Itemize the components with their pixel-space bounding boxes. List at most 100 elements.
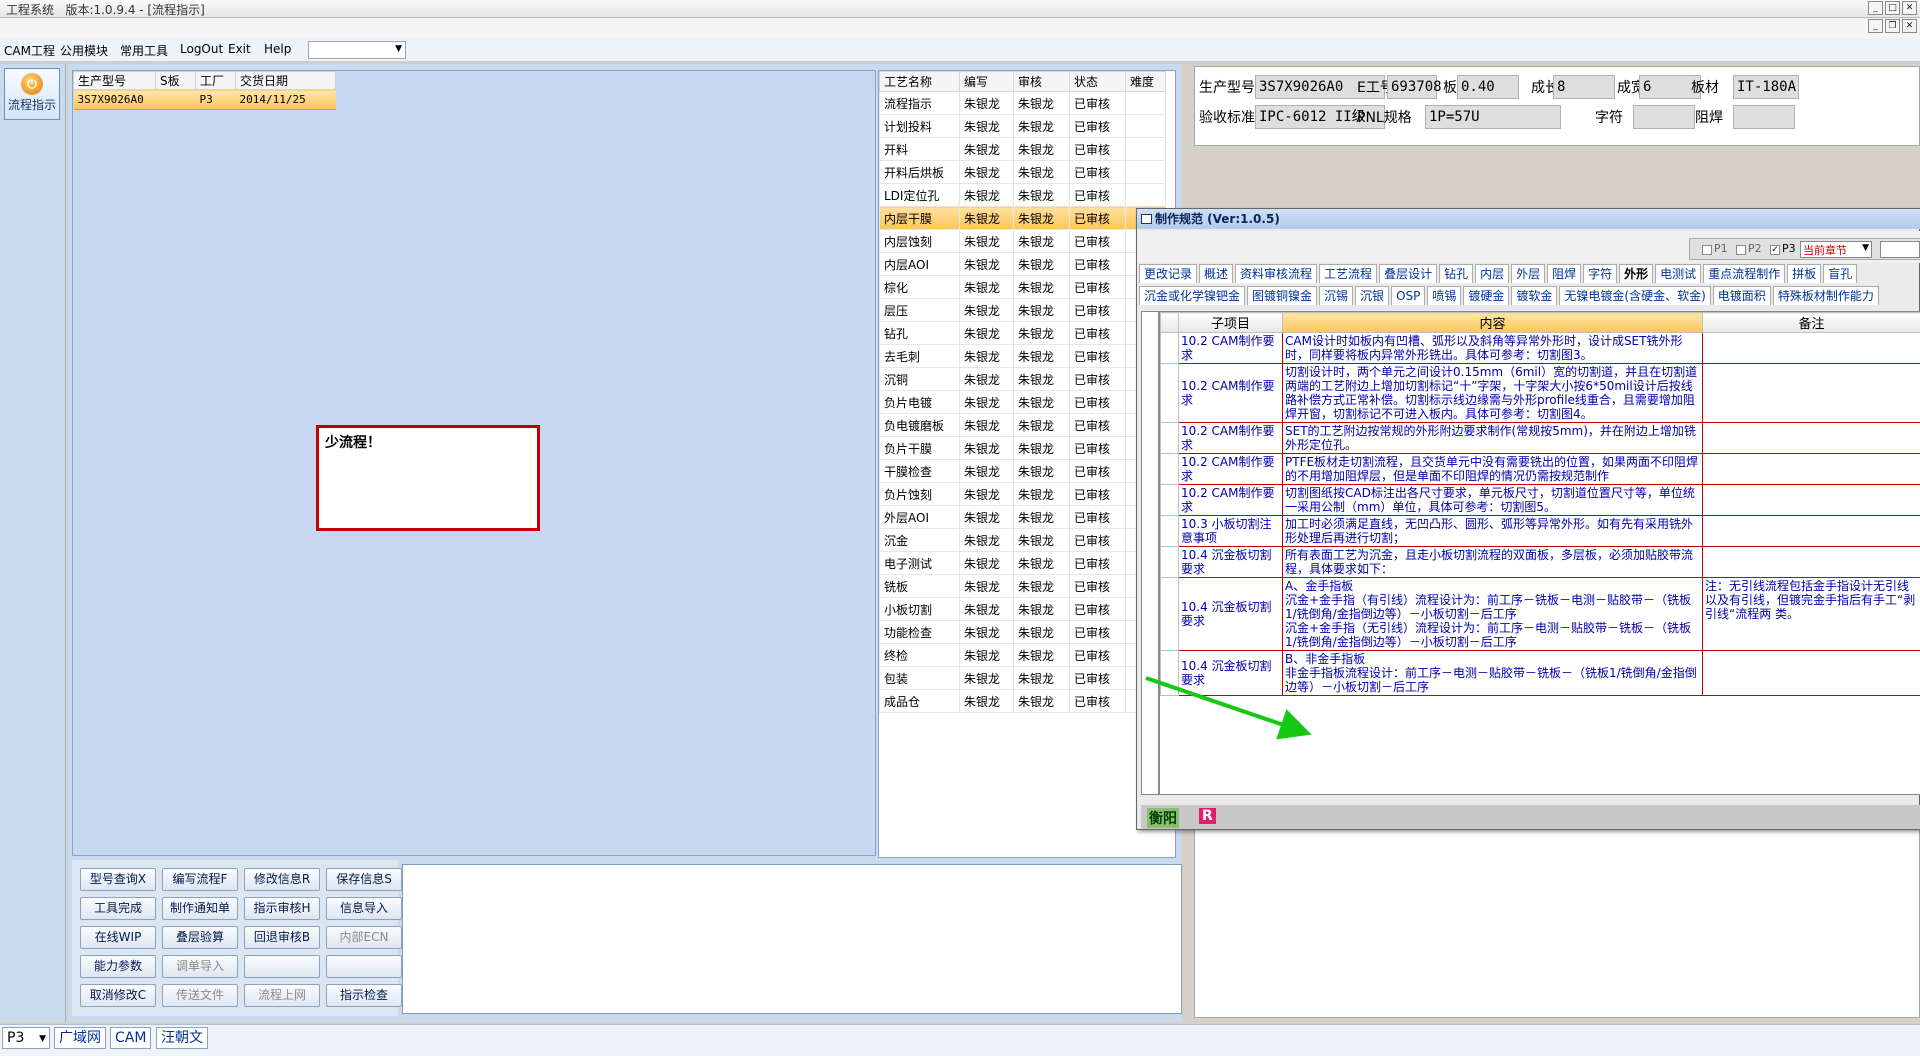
action-button[interactable]: 指示审核H (244, 897, 320, 920)
process-row[interactable]: 负片干膜 朱银龙 朱银龙 已审核 (879, 436, 1166, 460)
process-row[interactable]: 流程指示 朱银龙 朱银龙 已审核 (879, 91, 1166, 115)
child-minimize-button[interactable]: _ (1868, 19, 1883, 33)
col-reviewer[interactable]: 审核 (1013, 71, 1070, 92)
action-button[interactable]: 保存信息S (326, 868, 402, 891)
process-row[interactable]: 沉铜 朱银龙 朱银龙 已审核 (879, 367, 1166, 391)
taskbar-cam[interactable]: CAM (110, 1027, 152, 1049)
spec-tab[interactable]: 电测试 (1655, 264, 1702, 283)
action-button[interactable]: 取消修改C (80, 984, 156, 1007)
info-value[interactable] (1733, 105, 1795, 129)
menu-combo[interactable]: ▼ (308, 41, 406, 59)
spec-tab[interactable]: 盲孔 (1823, 264, 1858, 283)
action-button[interactable]: 传送文件 (162, 984, 238, 1007)
info-value[interactable]: 693708 (1387, 75, 1442, 99)
process-row[interactable]: 内层蚀刻 朱银龙 朱银龙 已审核 (879, 229, 1166, 253)
p2-checkbox[interactable] (1736, 245, 1746, 255)
spec-tab[interactable]: 阻焊 (1547, 264, 1582, 283)
spec-row[interactable]: 10.4 沉金板切割要求 所有表面工艺为沉金，且走小板切割流程的双面板，多层板，必… (1160, 546, 1920, 578)
spec-tab[interactable]: 外形 (1619, 264, 1654, 283)
action-button[interactable]: 流程上网 (244, 984, 320, 1007)
action-button[interactable]: 指示检查 (326, 984, 402, 1007)
col-status[interactable]: 状态 (1069, 71, 1126, 92)
process-row[interactable]: 终检 朱银龙 朱银龙 已审核 (879, 643, 1166, 667)
action-button[interactable]: 制作通知单 (162, 897, 238, 920)
child-close-button[interactable]: ✕ (1902, 19, 1917, 33)
action-button[interactable]: 能力参数 (80, 955, 156, 978)
spec-row[interactable]: 10.2 CAM制作要求 CAM设计时如板内有凹槽、弧形以及斜角等异常外形时，设计… (1160, 332, 1920, 364)
process-row[interactable]: 小板切割 朱银龙 朱银龙 已审核 (879, 597, 1166, 621)
process-row[interactable]: LDI定位孔 朱银龙 朱银龙 已审核 (879, 183, 1166, 207)
spec-tab[interactable]: 更改记录 (1139, 264, 1198, 283)
process-row[interactable]: 负电镀磨板 朱银龙 朱银龙 已审核 (879, 413, 1166, 437)
process-row[interactable]: 开料 朱银龙 朱银龙 已审核 (879, 137, 1166, 161)
spec-row[interactable]: 10.2 CAM制作要求 切割设计时，两个单元之间设计0.15mm（6mil）宽的… (1160, 363, 1920, 423)
process-row[interactable]: 负片蚀刻 朱银龙 朱银龙 已审核 (879, 482, 1166, 506)
action-button[interactable]: 在线WIP (80, 926, 156, 949)
process-row[interactable]: 铣板 朱银龙 朱银龙 已审核 (879, 574, 1166, 598)
process-row[interactable]: 内层AOI 朱银龙 朱银龙 已审核 (879, 252, 1166, 276)
process-row[interactable]: 包装 朱银龙 朱银龙 已审核 (879, 666, 1166, 690)
col-date[interactable]: 交货日期 (235, 71, 336, 90)
spec-tab[interactable]: 钻孔 (1439, 264, 1474, 283)
action-button[interactable]: 信息导入 (326, 897, 402, 920)
col-subitem[interactable]: 子项目 (1178, 312, 1283, 333)
spec-row[interactable]: 10.2 CAM制作要求 切割图纸按CAD标注出各尺寸要求，单元板尺寸，切割道位置… (1160, 484, 1920, 516)
col-step-name[interactable]: 工艺名称 (879, 71, 960, 92)
spec-tab[interactable]: OSP (1391, 286, 1426, 305)
info-value[interactable] (1633, 105, 1695, 129)
action-button[interactable]: 回退审核B (244, 926, 320, 949)
menu-logout[interactable]: LogOut (180, 42, 223, 56)
spec-tab[interactable]: 重点流程制作 (1703, 264, 1786, 283)
info-value[interactable]: 0.40 (1457, 75, 1519, 99)
menu-help[interactable]: Help (264, 42, 291, 56)
menu-tools[interactable]: 常用工具 (120, 42, 168, 59)
spec-tab[interactable]: 沉锡 (1319, 286, 1354, 305)
chapter-select[interactable]: 当前章节 ▼ (1800, 241, 1872, 258)
process-row[interactable]: 成品仓 朱银龙 朱银龙 已审核 (879, 689, 1166, 713)
menu-public[interactable]: 公用模块 (60, 42, 108, 59)
spec-row[interactable]: 10.2 CAM制作要求 SET的工艺附边按常规的外形附边要求制作(常规按5mm)… (1160, 422, 1920, 454)
factory-combo[interactable]: P3 ▼ (2, 1027, 50, 1049)
spec-tab[interactable]: 镀软金 (1511, 286, 1558, 305)
p3-checkbox[interactable]: ✓ (1770, 245, 1780, 255)
spec-tab[interactable]: 叠层设计 (1379, 264, 1438, 283)
spec-tab[interactable]: 拼板 (1787, 264, 1822, 283)
process-row[interactable]: 层压 朱银龙 朱银龙 已审核 (879, 298, 1166, 322)
spec-tab[interactable]: 资料审核流程 (1235, 264, 1318, 283)
process-row[interactable]: 钻孔 朱银龙 朱银龙 已审核 (879, 321, 1166, 345)
col-author[interactable]: 编写 (959, 71, 1014, 92)
p1-checkbox[interactable] (1702, 245, 1712, 255)
spec-tab[interactable]: 电镀面积 (1712, 286, 1771, 305)
process-row[interactable]: 内层干膜 朱银龙 朱银龙 已审核 (879, 206, 1166, 230)
flow-button[interactable]: ⏻ 流程指示 (4, 68, 60, 120)
spec-tab[interactable]: 特殊板材制作能力 (1772, 286, 1879, 305)
spec-tab[interactable]: 字符 (1583, 264, 1618, 283)
spec-row[interactable]: 10.2 CAM制作要求 PTFE板材走切割流程，且交货单元中没有需要铣出的位置，… (1160, 453, 1920, 485)
taskbar-user[interactable]: 汪朝文 (156, 1027, 208, 1049)
spec-tab[interactable]: 外层 (1511, 264, 1546, 283)
col-factory[interactable]: 工厂 (195, 71, 236, 90)
action-button[interactable] (326, 955, 402, 978)
minimize-button[interactable]: _ (1868, 1, 1883, 15)
process-row[interactable]: 去毛刺 朱银龙 朱银龙 已审核 (879, 344, 1166, 368)
spec-tab[interactable]: 镀硬金 (1463, 286, 1510, 305)
info-value[interactable]: 8 (1553, 75, 1615, 99)
process-row[interactable]: 干膜检查 朱银龙 朱银龙 已审核 (879, 459, 1166, 483)
process-row[interactable]: 计划投料 朱银龙 朱银龙 已审核 (879, 114, 1166, 138)
spec-tab[interactable]: 概述 (1199, 264, 1234, 283)
info-value[interactable]: IT-180A (1733, 75, 1799, 99)
process-row[interactable]: 外层AOI 朱银龙 朱银龙 已审核 (879, 505, 1166, 529)
menu-cam[interactable]: CAM工程 (4, 42, 55, 59)
note-area[interactable] (402, 864, 1182, 1014)
spec-tab[interactable]: 图镀铜镍金 (1247, 286, 1318, 305)
spec-tab[interactable]: 工艺流程 (1319, 264, 1378, 283)
spec-row[interactable]: 10.3 小板切割注意事项 加工时必须满足直线，无凹凸形、圆形、弧形等异常外形。如… (1160, 515, 1920, 547)
info-value[interactable]: 1P=57U (1425, 105, 1561, 129)
action-button[interactable] (244, 955, 320, 978)
process-row[interactable]: 棕化 朱银龙 朱银龙 已审核 (879, 275, 1166, 299)
col-content[interactable]: 内容 (1282, 312, 1703, 333)
action-button[interactable]: 编写流程F (162, 868, 238, 891)
action-button[interactable]: 调单导入 (162, 955, 238, 978)
col-s[interactable]: S板 (155, 71, 196, 90)
spec-tab[interactable]: 内层 (1475, 264, 1510, 283)
